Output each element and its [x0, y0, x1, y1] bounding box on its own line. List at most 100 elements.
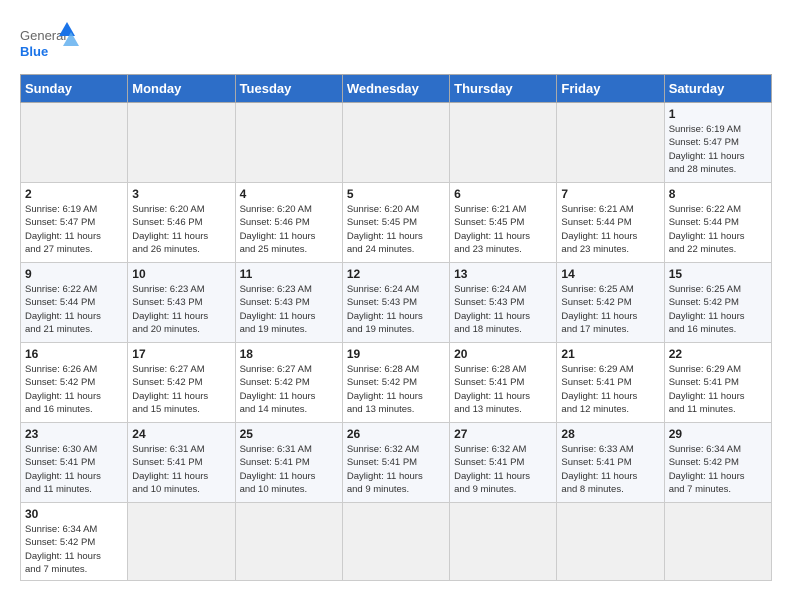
day-info: Sunrise: 6:31 AM Sunset: 5:41 PM Dayligh… [240, 443, 338, 496]
day-number: 16 [25, 347, 123, 361]
calendar-cell [128, 503, 235, 581]
calendar-cell: 26 Sunrise: 6:32 AM Sunset: 5:41 PM Dayli… [342, 423, 449, 503]
calendar-cell: 6Sunrise: 6:21 AM Sunset: 5:45 PM Daylig… [450, 183, 557, 263]
day-info: Sunrise: 6:30 AM Sunset: 5:41 PM Dayligh… [25, 443, 123, 496]
day-number: 10 [132, 267, 230, 281]
day-info: Sunrise: 6:22 AM Sunset: 5:44 PM Dayligh… [25, 283, 123, 336]
calendar-cell: 2Sunrise: 6:19 AM Sunset: 5:47 PM Daylig… [21, 183, 128, 263]
day-info: Sunrise: 6:25 AM Sunset: 5:42 PM Dayligh… [669, 283, 767, 336]
day-number: 26 [347, 427, 445, 441]
calendar-cell [342, 503, 449, 581]
calendar-cell: 19Sunrise: 6:28 AM Sunset: 5:42 PM Dayli… [342, 343, 449, 423]
day-number: 17 [132, 347, 230, 361]
day-info: Sunrise: 6:23 AM Sunset: 5:43 PM Dayligh… [132, 283, 230, 336]
calendar-cell: 10 Sunrise: 6:23 AM Sunset: 5:43 PM Dayli… [128, 263, 235, 343]
day-info: Sunrise: 6:22 AM Sunset: 5:44 PM Dayligh… [669, 203, 767, 256]
calendar-cell [450, 103, 557, 183]
calendar-cell: 25Sunrise: 6:31 AM Sunset: 5:41 PM Dayli… [235, 423, 342, 503]
day-info: Sunrise: 6:27 AM Sunset: 5:42 PM Dayligh… [132, 363, 230, 416]
day-number: 1 [669, 107, 767, 121]
calendar-cell [664, 503, 771, 581]
day-info: Sunrise: 6:31 AM Sunset: 5:41 PM Dayligh… [132, 443, 230, 496]
day-header-sunday: Sunday [21, 75, 128, 103]
calendar-cell [557, 503, 664, 581]
day-info: Sunrise: 6:32 AM Sunset: 5:41 PM Dayligh… [347, 443, 445, 496]
day-number: 14 [561, 267, 659, 281]
day-number: 20 [454, 347, 552, 361]
day-number: 18 [240, 347, 338, 361]
calendar-cell: 27 Sunrise: 6:32 AM Sunset: 5:41 PM Dayli… [450, 423, 557, 503]
day-info: Sunrise: 6:25 AM Sunset: 5:42 PM Dayligh… [561, 283, 659, 336]
day-info: Sunrise: 6:28 AM Sunset: 5:42 PM Dayligh… [347, 363, 445, 416]
day-info: Sunrise: 6:29 AM Sunset: 5:41 PM Dayligh… [669, 363, 767, 416]
calendar-cell [21, 103, 128, 183]
calendar-cell: 5 Sunrise: 6:20 AM Sunset: 5:45 PM Daylig… [342, 183, 449, 263]
day-header-tuesday: Tuesday [235, 75, 342, 103]
calendar-cell: 30Sunrise: 6:34 AM Sunset: 5:42 PM Dayli… [21, 503, 128, 581]
calendar-cell: 12 Sunrise: 6:24 AM Sunset: 5:43 PM Dayli… [342, 263, 449, 343]
logo-svg: General Blue [20, 20, 80, 64]
day-number: 13 [454, 267, 552, 281]
day-number: 23 [25, 427, 123, 441]
day-info: Sunrise: 6:24 AM Sunset: 5:43 PM Dayligh… [454, 283, 552, 336]
day-info: Sunrise: 6:28 AM Sunset: 5:41 PM Dayligh… [454, 363, 552, 416]
calendar-cell [342, 103, 449, 183]
calendar-cell [450, 503, 557, 581]
calendar-cell: 14 Sunrise: 6:25 AM Sunset: 5:42 PM Dayli… [557, 263, 664, 343]
calendar-cell [557, 103, 664, 183]
day-info: Sunrise: 6:27 AM Sunset: 5:42 PM Dayligh… [240, 363, 338, 416]
calendar-cell: 7 Sunrise: 6:21 AM Sunset: 5:44 PM Daylig… [557, 183, 664, 263]
day-header-wednesday: Wednesday [342, 75, 449, 103]
day-info: Sunrise: 6:20 AM Sunset: 5:46 PM Dayligh… [132, 203, 230, 256]
day-info: Sunrise: 6:24 AM Sunset: 5:43 PM Dayligh… [347, 283, 445, 336]
day-number: 28 [561, 427, 659, 441]
day-header-saturday: Saturday [664, 75, 771, 103]
calendar-cell: 22Sunrise: 6:29 AM Sunset: 5:41 PM Dayli… [664, 343, 771, 423]
calendar-cell: 28 Sunrise: 6:33 AM Sunset: 5:41 PM Dayli… [557, 423, 664, 503]
day-number: 7 [561, 187, 659, 201]
calendar-cell: 1 Sunrise: 6:19 AM Sunset: 5:47 PM Daylig… [664, 103, 771, 183]
day-info: Sunrise: 6:20 AM Sunset: 5:45 PM Dayligh… [347, 203, 445, 256]
day-info: Sunrise: 6:29 AM Sunset: 5:41 PM Dayligh… [561, 363, 659, 416]
calendar-cell: 4 Sunrise: 6:20 AM Sunset: 5:46 PM Daylig… [235, 183, 342, 263]
day-number: 27 [454, 427, 552, 441]
day-info: Sunrise: 6:32 AM Sunset: 5:41 PM Dayligh… [454, 443, 552, 496]
calendar-cell: 11 Sunrise: 6:23 AM Sunset: 5:43 PM Dayli… [235, 263, 342, 343]
day-number: 24 [132, 427, 230, 441]
day-info: Sunrise: 6:19 AM Sunset: 5:47 PM Dayligh… [669, 123, 767, 176]
calendar-cell [235, 503, 342, 581]
day-info: Sunrise: 6:21 AM Sunset: 5:44 PM Dayligh… [561, 203, 659, 256]
day-info: Sunrise: 6:19 AM Sunset: 5:47 PM Dayligh… [25, 203, 123, 256]
calendar-cell: 8 Sunrise: 6:22 AM Sunset: 5:44 PM Daylig… [664, 183, 771, 263]
day-header-monday: Monday [128, 75, 235, 103]
day-number: 21 [561, 347, 659, 361]
day-info: Sunrise: 6:23 AM Sunset: 5:43 PM Dayligh… [240, 283, 338, 336]
day-number: 3 [132, 187, 230, 201]
calendar-cell: 17 Sunrise: 6:27 AM Sunset: 5:42 PM Dayli… [128, 343, 235, 423]
calendar-cell [235, 103, 342, 183]
calendar-cell: 20 Sunrise: 6:28 AM Sunset: 5:41 PM Dayli… [450, 343, 557, 423]
day-number: 5 [347, 187, 445, 201]
calendar-cell: 24 Sunrise: 6:31 AM Sunset: 5:41 PM Dayli… [128, 423, 235, 503]
day-info: Sunrise: 6:33 AM Sunset: 5:41 PM Dayligh… [561, 443, 659, 496]
calendar-cell: 9 Sunrise: 6:22 AM Sunset: 5:44 PM Daylig… [21, 263, 128, 343]
svg-text:Blue: Blue [20, 44, 48, 59]
calendar-cell: 13 Sunrise: 6:24 AM Sunset: 5:43 PM Dayli… [450, 263, 557, 343]
day-number: 8 [669, 187, 767, 201]
calendar-cell: 15 Sunrise: 6:25 AM Sunset: 5:42 PM Dayli… [664, 263, 771, 343]
day-header-thursday: Thursday [450, 75, 557, 103]
day-number: 12 [347, 267, 445, 281]
day-number: 30 [25, 507, 123, 521]
calendar-table: SundayMondayTuesdayWednesdayThursdayFrid… [20, 74, 772, 581]
day-number: 15 [669, 267, 767, 281]
calendar-cell: 21 Sunrise: 6:29 AM Sunset: 5:41 PM Dayli… [557, 343, 664, 423]
page-header: General Blue [20, 20, 772, 64]
day-number: 6 [454, 187, 552, 201]
logo: General Blue [20, 20, 80, 64]
calendar-cell [128, 103, 235, 183]
day-number: 11 [240, 267, 338, 281]
day-number: 29 [669, 427, 767, 441]
day-number: 9 [25, 267, 123, 281]
day-info: Sunrise: 6:20 AM Sunset: 5:46 PM Dayligh… [240, 203, 338, 256]
day-number: 4 [240, 187, 338, 201]
